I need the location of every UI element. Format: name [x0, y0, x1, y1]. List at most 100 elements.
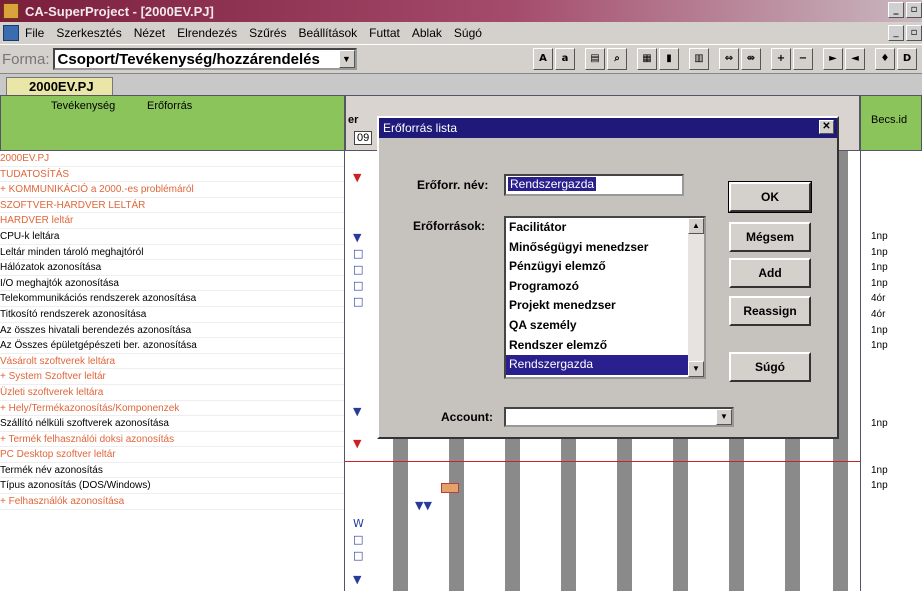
- task-row[interactable]: Titkosító rendszerek azonosítása: [0, 307, 344, 323]
- collapse-icon[interactable]: −: [793, 48, 813, 70]
- restore-icon[interactable]: ▫: [906, 2, 922, 18]
- doc-minimize-icon[interactable]: _: [888, 25, 904, 41]
- histogram-icon[interactable]: ▥: [689, 48, 709, 70]
- milestone-marker: ▼: [353, 573, 362, 586]
- gantt-header-label: er: [348, 114, 359, 126]
- dialog-titlebar[interactable]: Erőforrás lista ✕: [379, 118, 837, 138]
- chevron-down-icon[interactable]: ▼: [716, 409, 732, 425]
- estimate-cell: 4ór: [871, 308, 886, 320]
- cancel-button[interactable]: Mégsem: [729, 222, 811, 252]
- estimate-cell: [861, 385, 922, 401]
- menu-settings[interactable]: Beállítások: [298, 26, 357, 40]
- estimate-cell: 1np: [871, 246, 888, 258]
- app-icon[interactable]: [3, 3, 19, 19]
- menu-help[interactable]: Súgó: [454, 26, 482, 40]
- list-item[interactable]: Facilitátor: [506, 218, 688, 238]
- task-row[interactable]: CPU-k leltára: [0, 229, 344, 245]
- task-row[interactable]: Vásárolt szoftverek leltára: [0, 354, 344, 370]
- font-large-icon[interactable]: A: [533, 48, 553, 70]
- menu-edit[interactable]: Szerkesztés: [56, 26, 121, 40]
- task-row[interactable]: TUDATOSÍTÁS: [0, 167, 344, 183]
- move-left-icon[interactable]: ◄: [845, 48, 865, 70]
- task-row[interactable]: Termék név azonosítás: [0, 463, 344, 479]
- help-button[interactable]: Súgó: [729, 352, 811, 382]
- task-row[interactable]: + Felhasználók azonosítása: [0, 494, 344, 510]
- list-item[interactable]: Minőségügyi menedzser: [506, 238, 688, 258]
- gantt-summary-line: [345, 461, 860, 462]
- task-row[interactable]: SZOFTVER-HARDVER LELTÁR: [0, 198, 344, 214]
- estimate-cell: [861, 432, 922, 448]
- font-small-icon[interactable]: a: [555, 48, 575, 70]
- column-resource[interactable]: Erőforrás: [147, 100, 192, 112]
- forma-dropdown[interactable]: Csoport/Tevékenység/hozzárendelés ▼: [52, 48, 357, 70]
- resource-name-field[interactable]: Rendszergazda: [504, 174, 684, 196]
- details-icon[interactable]: D: [897, 48, 917, 70]
- task-row[interactable]: Leltár minden tároló meghajtóról: [0, 245, 344, 261]
- resources-listbox[interactable]: Facilitátor Minőségügyi menedzser Pénzüg…: [504, 216, 706, 379]
- scroll-down-icon[interactable]: ▼: [688, 361, 704, 377]
- task-row[interactable]: HARDVER leltár: [0, 213, 344, 229]
- task-row[interactable]: Típus azonosítás (DOS/Windows): [0, 478, 344, 495]
- account-dropdown[interactable]: ▼: [504, 407, 734, 427]
- task-row[interactable]: + System Szoftver leltár: [0, 369, 344, 385]
- zoom-icon[interactable]: ⌕: [607, 48, 627, 70]
- resource-icon[interactable]: ♦: [875, 48, 895, 70]
- window-titlebar: CA-SuperProject - [2000EV.PJ] _ ▫: [0, 0, 922, 22]
- task-row[interactable]: Üzleti szoftverek leltára: [0, 385, 344, 401]
- list-item[interactable]: Rendszer elemző: [506, 336, 688, 356]
- toolbar: Forma: Csoport/Tevékenység/hozzárendelés…: [0, 44, 922, 74]
- estimate-cell: [861, 151, 922, 167]
- task-row[interactable]: Az Összes épületgépészeti ber. azonosítá…: [0, 338, 344, 354]
- task-marker: □: [353, 279, 364, 292]
- task-row[interactable]: Hálózatok azonosítása: [0, 260, 344, 276]
- task-bar[interactable]: [441, 483, 459, 493]
- menu-window[interactable]: Ablak: [412, 26, 442, 40]
- add-button[interactable]: Add: [729, 258, 811, 288]
- move-right-icon[interactable]: ►: [823, 48, 843, 70]
- task-row[interactable]: Az összes hivatali berendezés azonosítás…: [0, 323, 344, 339]
- document-icon[interactable]: [3, 25, 19, 41]
- chevron-down-icon[interactable]: ▼: [338, 50, 355, 68]
- close-icon[interactable]: ✕: [819, 120, 834, 134]
- page-icon[interactable]: ▤: [585, 48, 605, 70]
- menu-layout[interactable]: Elrendezés: [177, 26, 237, 40]
- menu-view[interactable]: Nézet: [134, 26, 165, 40]
- estimate-column: 1np 1np 1np 1np 4ór 4ór 1np 1np 1np 1np …: [860, 151, 922, 591]
- unlink-icon[interactable]: ⇎: [741, 48, 761, 70]
- doc-restore-icon[interactable]: ▫: [906, 25, 922, 41]
- gantt-icon[interactable]: ▦: [637, 48, 657, 70]
- ok-button[interactable]: OK: [728, 181, 812, 213]
- menu-file[interactable]: File: [25, 26, 44, 40]
- estimate-cell: 1np: [871, 230, 888, 242]
- listbox-scrollbar[interactable]: ▲ ▼: [688, 218, 704, 377]
- list-item[interactable]: Projekt menedzser: [506, 296, 688, 316]
- column-estimate[interactable]: Becs.id: [871, 114, 907, 126]
- reassign-button[interactable]: Reassign: [729, 296, 811, 326]
- menu-run[interactable]: Futtat: [369, 26, 400, 40]
- link-icon[interactable]: ⇔: [719, 48, 739, 70]
- task-marker: □: [353, 295, 364, 308]
- list-item[interactable]: Pénzügyi elemző: [506, 257, 688, 277]
- task-row[interactable]: Szállító nélküli szoftverek azonosítása: [0, 416, 344, 432]
- scroll-up-icon[interactable]: ▲: [688, 218, 704, 234]
- task-row[interactable]: + KOMMUNIKÁCIÓ a 2000.-es problémáról: [0, 182, 344, 198]
- task-row[interactable]: I/O meghajtók azonosítása: [0, 276, 344, 292]
- milestone-marker: ▼: [353, 231, 362, 244]
- forma-value: Csoport/Tevékenység/hozzárendelés: [57, 50, 320, 68]
- task-row[interactable]: Telekommunikációs rendszerek azonosítása: [0, 291, 344, 307]
- expand-icon[interactable]: +: [771, 48, 791, 70]
- tab-document[interactable]: 2000EV.PJ: [6, 77, 113, 95]
- task-row[interactable]: PC Desktop szoftver leltár: [0, 447, 344, 463]
- minimize-icon[interactable]: _: [888, 2, 904, 18]
- window-title: CA-SuperProject - [2000EV.PJ]: [25, 3, 214, 19]
- column-activity[interactable]: Tevékenység: [51, 100, 115, 112]
- task-row[interactable]: 2000EV.PJ: [0, 151, 344, 167]
- list-item[interactable]: QA személy: [506, 316, 688, 336]
- task-row[interactable]: + Termék felhasználói doksi azonosítás: [0, 432, 344, 448]
- list-item-selected[interactable]: Rendszergazda: [506, 355, 688, 375]
- list-item[interactable]: Programozó: [506, 277, 688, 297]
- task-row[interactable]: + Hely/Termékazonosítás/Komponenzek: [0, 401, 344, 417]
- resource-list-dialog: Erőforrás lista ✕ Erőforr. név: Rendszer…: [377, 116, 839, 439]
- table-icon[interactable]: ▮: [659, 48, 679, 70]
- menu-filter[interactable]: Szűrés: [249, 26, 286, 40]
